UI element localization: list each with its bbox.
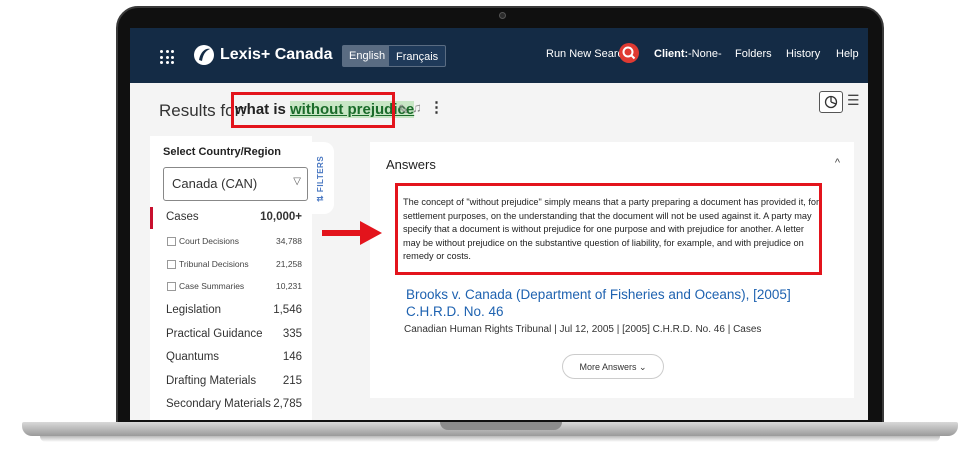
alert-bell-icon[interactable]: ♫ <box>412 100 422 115</box>
query-annotation-box <box>231 92 395 128</box>
laptop-shadow <box>40 436 940 442</box>
facet-count: 1,546 <box>273 304 302 316</box>
filter-sliders-icon: ⇅ <box>316 192 325 202</box>
laptop-mockup: Lexis+ Canada English Français Run New S… <box>0 0 980 451</box>
checkbox[interactable] <box>167 281 176 291</box>
facet-case-summaries[interactable]: Case Summaries <box>167 281 244 291</box>
brand-name[interactable]: Lexis+ Canada <box>220 46 333 64</box>
more-answers-label: More Answers <box>579 362 637 372</box>
country-select-label: Select Country/Region <box>163 146 281 158</box>
facet-practical-guidance[interactable]: Practical Guidance <box>166 328 263 340</box>
edit-pencil-icon[interactable]: ✎ <box>398 102 409 118</box>
top-nav: Lexis+ Canada English Français Run New S… <box>130 28 868 83</box>
facet-count: 215 <box>282 375 302 387</box>
folders-link[interactable]: Folders <box>735 48 772 60</box>
chevron-down-icon: ▽ <box>293 176 301 187</box>
facet-label: Tribunal Decisions <box>179 259 249 269</box>
client-label: Client: <box>654 48 689 60</box>
history-link[interactable]: History <box>786 48 820 60</box>
lang-english-button[interactable]: English <box>342 45 393 67</box>
facet-secondary-materials[interactable]: Secondary Materials <box>166 398 271 410</box>
answers-title: Answers <box>386 157 436 172</box>
lexis-logo-icon <box>194 45 214 65</box>
answer-text: The concept of "without prejudice" simpl… <box>403 197 820 262</box>
facet-count: 146 <box>282 351 302 363</box>
more-answers-button[interactable]: More Answers ⌄ <box>562 354 664 379</box>
facet-count: 335 <box>282 328 302 340</box>
run-new-search-link[interactable]: Run New Search <box>546 48 629 60</box>
checkbox[interactable] <box>167 236 176 246</box>
lang-french-button[interactable]: Français <box>388 45 447 67</box>
facet-count: 10,000+ <box>260 211 302 223</box>
filters-toggle-tab[interactable]: ⇅ FILTERS <box>312 142 334 214</box>
facet-legislation[interactable]: Legislation <box>166 304 221 316</box>
list-view-icon[interactable]: ☰ <box>847 92 860 109</box>
more-options-icon[interactable]: ⋮ <box>429 98 444 116</box>
search-icon[interactable] <box>619 43 639 63</box>
facet-count: 2,785 <box>273 398 302 410</box>
chart-view-icon[interactable] <box>819 91 843 113</box>
facet-count: 34,788 <box>276 236 302 246</box>
country-select[interactable]: Canada (CAN) ▽ <box>163 167 308 201</box>
facet-count: 21,258 <box>276 259 302 269</box>
red-arrow-annotation <box>322 221 382 245</box>
active-facet-indicator <box>150 207 153 229</box>
facet-label: Court Decisions <box>179 236 239 246</box>
camera-icon <box>499 12 506 19</box>
facet-tribunal-decisions[interactable]: Tribunal Decisions <box>167 259 249 269</box>
facet-count: 10,231 <box>276 281 302 291</box>
country-select-value: Canada (CAN) <box>172 176 258 191</box>
checkbox[interactable] <box>167 259 176 269</box>
client-value[interactable]: -None- <box>688 48 722 60</box>
facet-label: Case Summaries <box>179 281 245 291</box>
collapse-caret-icon[interactable]: ^ <box>835 157 840 169</box>
screen: Lexis+ Canada English Français Run New S… <box>130 28 868 420</box>
laptop-notch <box>440 422 562 430</box>
case-title-link[interactable]: Brooks v. Canada (Department of Fisherie… <box>406 286 826 320</box>
apps-grid-icon[interactable] <box>160 50 174 64</box>
facet-quantums[interactable]: Quantums <box>166 351 219 363</box>
facet-drafting-materials[interactable]: Drafting Materials <box>166 375 256 387</box>
chevron-down-icon: ⌄ <box>639 362 647 372</box>
help-link[interactable]: Help <box>836 48 859 60</box>
filter-panel: Select Country/Region Canada (CAN) ▽ Cas… <box>150 136 312 420</box>
filters-tab-text: FILTERS <box>316 155 325 193</box>
facet-court-decisions[interactable]: Court Decisions <box>167 236 239 246</box>
answers-card: Answers ^ The concept of "without prejud… <box>370 142 854 398</box>
case-meta: Canadian Human Rights Tribunal | Jul 12,… <box>404 324 762 335</box>
facet-cases[interactable]: Cases <box>166 211 199 223</box>
filters-tab-label: ⇅ FILTERS <box>316 156 325 202</box>
